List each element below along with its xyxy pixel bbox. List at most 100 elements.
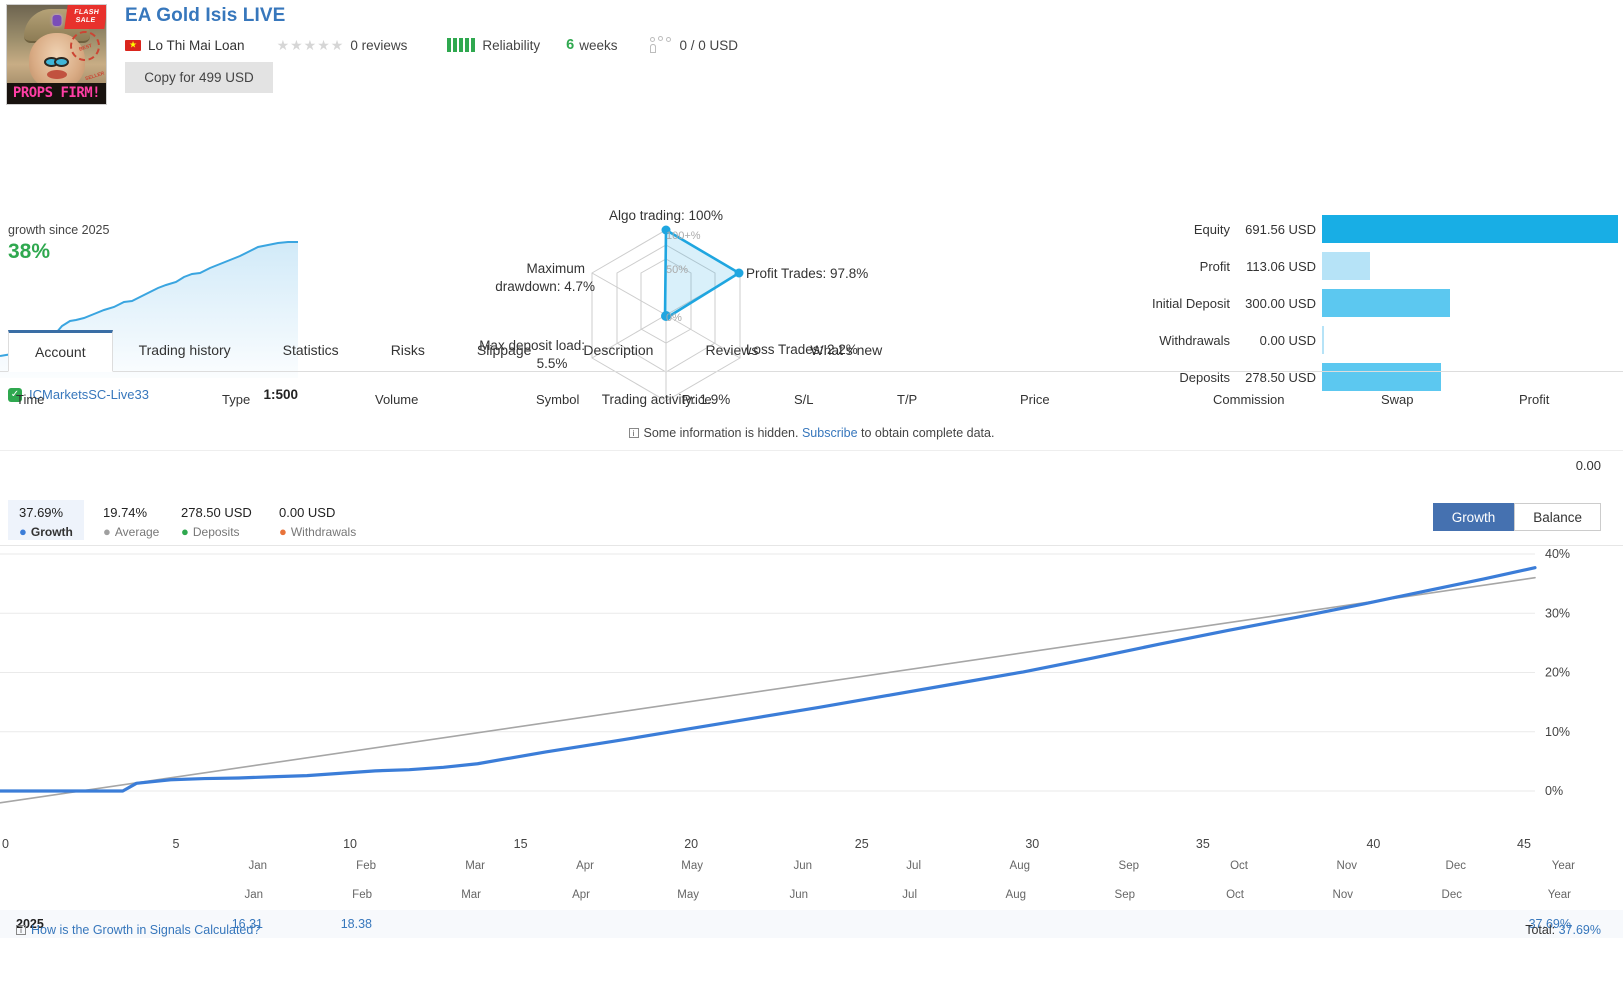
toggle-balance[interactable]: Balance bbox=[1514, 503, 1601, 531]
weeks-value: 6 bbox=[566, 37, 575, 53]
tab-slippage[interactable]: Slippage bbox=[451, 330, 558, 371]
chart-month-label: Mar bbox=[465, 860, 485, 872]
chart-y-tick: 10% bbox=[1545, 725, 1570, 739]
growth-caption: growth since 2025 bbox=[8, 223, 110, 237]
chart-x-tick: 35 bbox=[1195, 837, 1210, 851]
chart-x-tick: 0 bbox=[2, 837, 9, 851]
stat-track bbox=[1322, 252, 1600, 280]
trades-total-value: 0.00 bbox=[1575, 458, 1601, 473]
flash-sale-badge: FLASH SALE bbox=[64, 5, 106, 29]
chart-legend: 37.69% ● Growth 19.74% ● Average 278.50 US… bbox=[0, 500, 1623, 545]
monthly-col-header: Jan bbox=[244, 889, 263, 901]
chart-x-tick: 45 bbox=[1517, 837, 1531, 851]
tab-trading-history[interactable]: Trading history bbox=[113, 330, 257, 371]
tab-reviews[interactable]: Reviews bbox=[679, 330, 784, 371]
col-swap[interactable]: Swap bbox=[1381, 392, 1414, 407]
hidden-info-note: i Some information is hidden. Subscribe t… bbox=[0, 426, 1623, 440]
stat-value: 113.06 USD bbox=[1246, 258, 1316, 274]
tab-bar: Account Trading history Statistics Risks… bbox=[0, 330, 1623, 372]
monthly-col-header: Jul bbox=[902, 889, 917, 901]
chart-month-label: Sep bbox=[1118, 860, 1139, 872]
legend-growth[interactable]: 37.69% ● Growth bbox=[8, 500, 84, 540]
radar-ring-0: 0% bbox=[666, 312, 682, 324]
subscribe-link[interactable]: Subscribe bbox=[802, 426, 858, 440]
col-price-open[interactable]: Price bbox=[682, 392, 712, 407]
legend-dot-withdrawals: ● bbox=[279, 524, 287, 539]
chart-month-label: Dec bbox=[1445, 860, 1466, 872]
avatar-gem bbox=[52, 14, 61, 26]
col-type[interactable]: Type bbox=[222, 392, 250, 407]
growth-chart: 0% 10% 20% 30% 40% bbox=[0, 545, 1623, 835]
legend-deposits[interactable]: 278.50 USD ● Deposits bbox=[170, 500, 263, 540]
hidden-note-text: Some information is hidden. bbox=[643, 426, 799, 440]
reliability-bars-icon bbox=[447, 38, 476, 52]
page-header: FLASH SALE BEST SELLER PROPS FIRM! EA Go… bbox=[0, 0, 1623, 110]
stat-label: Equity bbox=[1193, 221, 1230, 237]
tab-risks[interactable]: Risks bbox=[365, 330, 451, 371]
legend-dot-growth: ● bbox=[19, 524, 27, 539]
col-commission[interactable]: Commission bbox=[1213, 392, 1285, 407]
col-time[interactable]: Time bbox=[16, 392, 44, 407]
col-price-close[interactable]: Price bbox=[1020, 392, 1050, 407]
tab-account[interactable]: Account bbox=[8, 330, 113, 372]
growth-help-link[interactable]: i How is the Growth in Signals Calculated… bbox=[16, 923, 260, 937]
tab-statistics[interactable]: Statistics bbox=[257, 330, 365, 371]
legend-growth-value: 37.69% bbox=[19, 505, 64, 520]
stat-fill bbox=[1322, 252, 1371, 280]
tab-whats-new[interactable]: What's new bbox=[784, 330, 908, 371]
subscribers-value: 0 / 0 USD bbox=[679, 37, 739, 53]
monthly-col-header: May bbox=[677, 889, 699, 901]
chart-x-tick: 10 bbox=[343, 837, 358, 851]
stat-bar-row: Profit 113.06 USD bbox=[1030, 252, 1600, 280]
col-profit[interactable]: Profit bbox=[1519, 392, 1549, 407]
tab-description[interactable]: Description bbox=[557, 330, 679, 371]
chart-x-tick: 40 bbox=[1366, 837, 1381, 851]
radar-label-profit-trades: Profit Trades: 97.8% bbox=[746, 266, 868, 281]
col-symbol[interactable]: Symbol bbox=[536, 392, 579, 407]
legend-deposits-name: ● Deposits bbox=[181, 524, 240, 539]
legend-dot-average: ● bbox=[103, 524, 111, 539]
monthly-header-row: Jan Feb Mar Apr May Jun Jul Aug Sep Oct Nov Dec Year bbox=[0, 882, 1623, 910]
radar-label-algo-trading: Algo trading: 100% bbox=[609, 208, 723, 223]
info-icon: i bbox=[628, 428, 639, 438]
rating-stars-icon: ★★★★★ bbox=[276, 36, 345, 53]
info-icon: i bbox=[16, 925, 26, 935]
legend-withdrawals[interactable]: 0.00 USD ● Withdrawals bbox=[268, 500, 367, 540]
author-name[interactable]: Lo Thi Mai Loan bbox=[148, 38, 245, 53]
hidden-note-text-post: to obtain complete data. bbox=[861, 426, 995, 440]
chart-y-tick: 20% bbox=[1545, 666, 1570, 680]
account-stat-bars: Equity 691.56 USD Profit 113.06 USD Init… bbox=[1030, 215, 1618, 400]
radar-ring-100: 100+% bbox=[666, 230, 701, 242]
col-volume[interactable]: Volume bbox=[375, 392, 418, 407]
radar-point-profit bbox=[734, 268, 744, 278]
col-tp[interactable]: T/P bbox=[897, 392, 917, 407]
monthly-col-header: Mar bbox=[461, 889, 481, 901]
radar-ring-50: 50% bbox=[666, 264, 688, 276]
legend-average[interactable]: 19.74% ● Average bbox=[92, 500, 170, 540]
col-sl[interactable]: S/L bbox=[794, 392, 814, 407]
chart-y-tick: 0% bbox=[1545, 784, 1563, 798]
monthly-col-header: Feb bbox=[352, 889, 372, 901]
legend-withdrawals-name: ● Withdrawals bbox=[279, 524, 357, 539]
summary-panels: growth since 2025 38% ✓ ICMarketsSC-Live… bbox=[0, 110, 1623, 407]
radar-chart: 100+% 50% 0% Algo trading: 100% Profit T… bbox=[479, 208, 868, 407]
chart-month-label: Jul bbox=[906, 860, 921, 872]
page-title: EA Gold Isis LIVE bbox=[125, 5, 286, 26]
stat-bar-row: Equity 691.56 USD bbox=[1030, 215, 1618, 243]
legend-dot-deposits: ● bbox=[181, 524, 189, 539]
reviews-count: 0 reviews bbox=[350, 37, 408, 53]
chart-x-tick: 20 bbox=[684, 837, 699, 851]
monthly-col-header: Nov bbox=[1332, 889, 1353, 901]
copy-button[interactable]: Copy for 499 USD bbox=[125, 62, 273, 93]
trades-table-header: Time Type Volume Symbol Price S/L T/P Pr… bbox=[0, 392, 1623, 422]
stat-value: 300.00 USD bbox=[1245, 295, 1316, 311]
monthly-col-header: Oct bbox=[1226, 889, 1244, 901]
chart-month-label: Aug bbox=[1009, 860, 1030, 872]
chart-month-label: Jan bbox=[248, 860, 267, 872]
monthly-col-header: Year bbox=[1547, 889, 1571, 901]
legend-growth-name: ● Growth bbox=[19, 524, 73, 539]
chart-y-tick: 30% bbox=[1545, 606, 1570, 620]
trades-total-row: 0.00 bbox=[0, 450, 1623, 482]
toggle-growth[interactable]: Growth bbox=[1432, 503, 1515, 531]
chart-x-tick: 30 bbox=[1025, 837, 1040, 851]
